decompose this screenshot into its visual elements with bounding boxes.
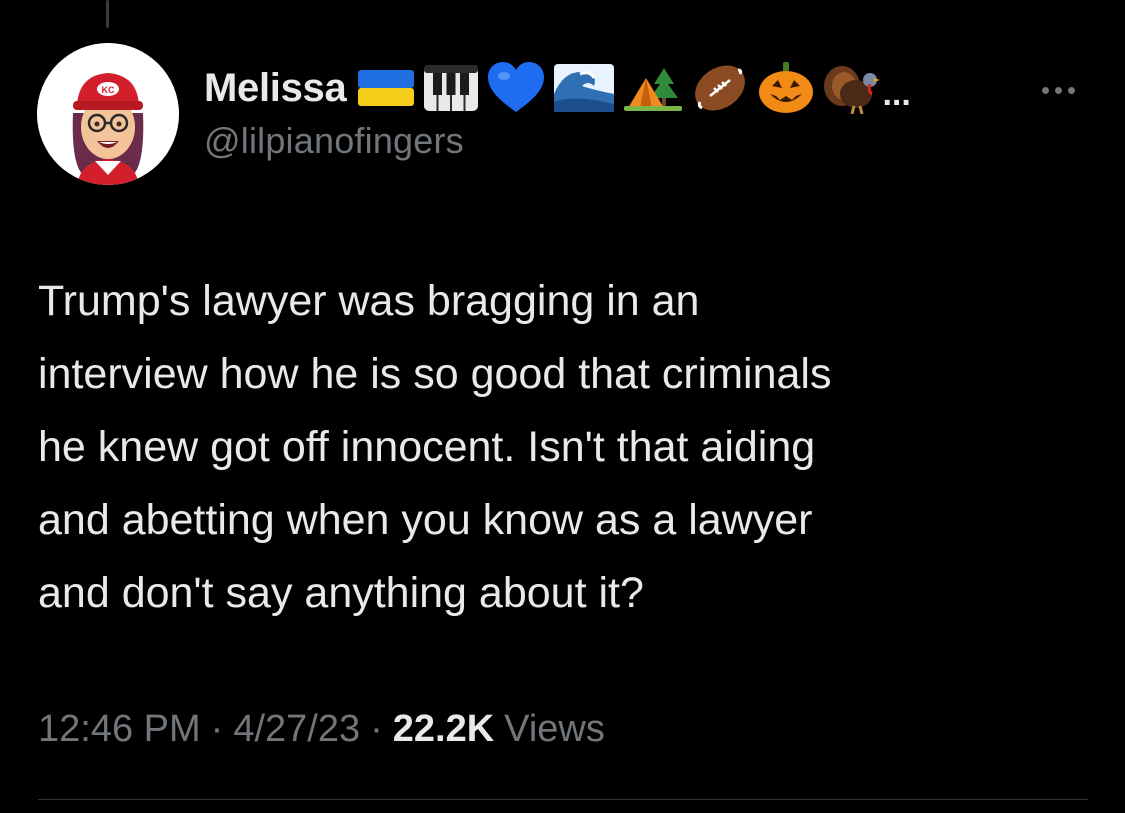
jack-o-lantern-icon: [759, 62, 814, 113]
author-handle[interactable]: @lilpianofingers: [204, 120, 464, 162]
name-emojis: [358, 62, 881, 114]
tweet-time[interactable]: 12:46 PM: [38, 708, 201, 751]
tweet-date[interactable]: 4/27/23: [233, 708, 360, 751]
ukraine-flag-icon: [358, 70, 415, 106]
name-overflow-ellipsis: ...: [882, 74, 911, 113]
meta-separator: ·: [370, 708, 383, 750]
camping-icon: [624, 68, 683, 111]
wave-icon: [554, 64, 615, 112]
views-label[interactable]: Views: [504, 708, 605, 751]
bitmoji-avatar-icon: KC: [37, 43, 179, 185]
svg-text:KC: KC: [102, 85, 115, 95]
tweet-text-line: interview how he is so good that crimina…: [38, 350, 832, 398]
tweet-metadata: 12:46 PM · 4/27/23 · 22.2K Views: [38, 708, 605, 751]
tweet-text-line: he knew got off innocent. Isn't that aid…: [38, 423, 816, 471]
author-display-name[interactable]: Melissa: [204, 66, 347, 111]
tweet-text: Trump's lawyer was bragging in an interv…: [38, 265, 1078, 630]
tweet: KC Melissa ... @lilpianofingers Trump's …: [0, 0, 1125, 813]
more-options-button[interactable]: [1030, 78, 1086, 102]
views-count[interactable]: 22.2K: [393, 708, 494, 751]
blue-heart-icon: [488, 62, 545, 112]
author-name-row[interactable]: Melissa ...: [204, 58, 911, 118]
thread-connector-line: [106, 0, 109, 28]
tweet-text-line: and don't say anything about it?: [38, 569, 644, 617]
divider: [38, 799, 1088, 800]
meta-separator: ·: [210, 708, 224, 750]
avatar[interactable]: KC: [37, 43, 179, 185]
turkey-icon: [824, 66, 881, 114]
more-dot-icon: [1067, 86, 1075, 94]
tweet-text-line: and abetting when you know as a lawyer: [38, 496, 813, 544]
piano-keys-icon: [424, 65, 479, 111]
more-dot-icon: [1054, 86, 1062, 94]
more-dot-icon: [1041, 86, 1049, 94]
american-football-icon: [695, 65, 746, 111]
tweet-text-line: Trump's lawyer was bragging in an: [38, 277, 700, 325]
